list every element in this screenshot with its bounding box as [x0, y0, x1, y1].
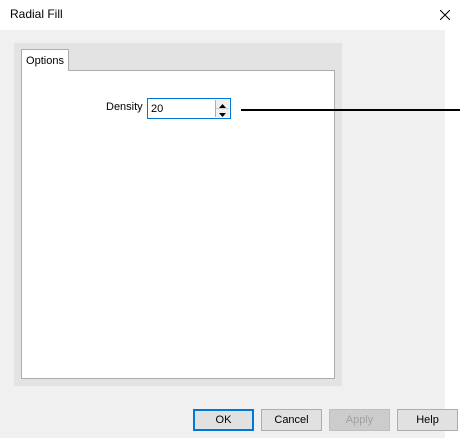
arrow-down-icon [219, 104, 226, 122]
title-bar: Radial Fill [0, 0, 460, 30]
density-stepper[interactable] [147, 98, 231, 119]
cancel-button[interactable]: Cancel [261, 409, 322, 431]
help-button[interactable]: Help [397, 409, 458, 431]
density-label: Density [106, 101, 143, 113]
callout-line [241, 109, 460, 111]
radial-fill-dialog: Radial Fill Options Density 20 OK Cancel… [0, 0, 460, 438]
close-icon [440, 10, 450, 20]
apply-button[interactable]: Apply [329, 409, 390, 431]
spin-down-button[interactable] [216, 108, 229, 117]
window-edge [445, 30, 460, 438]
ok-button[interactable]: OK [193, 409, 254, 431]
density-input[interactable] [151, 101, 211, 116]
tab-options[interactable]: Options [21, 49, 69, 71]
close-button[interactable] [430, 0, 460, 30]
density-spin-buttons[interactable] [215, 100, 229, 117]
dialog-title: Radial Fill [10, 7, 63, 21]
